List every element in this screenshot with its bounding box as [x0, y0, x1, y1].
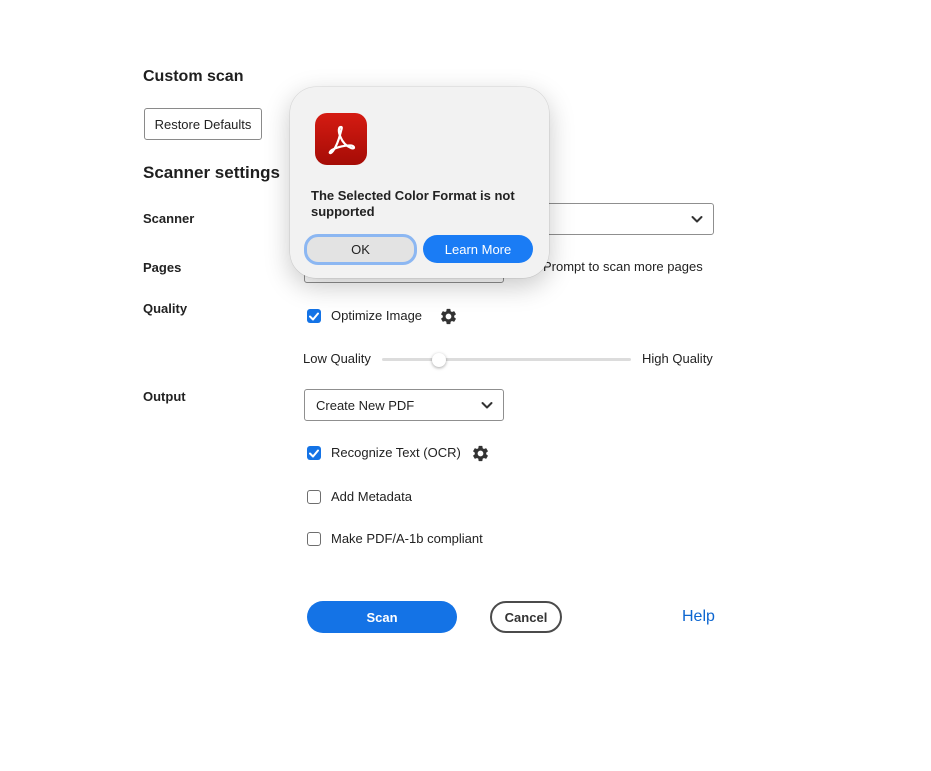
checkmark-icon: [309, 312, 319, 320]
metadata-checkbox[interactable]: [307, 490, 321, 504]
cancel-button[interactable]: Cancel: [490, 601, 562, 633]
restore-defaults-button[interactable]: Restore Defaults: [144, 108, 262, 140]
quality-slider-handle[interactable]: [432, 353, 447, 367]
quality-slider-track[interactable]: [382, 358, 631, 361]
pdfa-label: Make PDF/A-1b compliant: [331, 531, 483, 546]
output-label: Output: [143, 389, 186, 404]
learn-more-button[interactable]: Learn More: [423, 235, 533, 263]
optimize-image-label: Optimize Image: [331, 308, 423, 323]
optimize-settings-gear-icon[interactable]: [439, 307, 458, 331]
ocr-settings-gear-icon[interactable]: [471, 444, 490, 468]
ocr-label: Recognize Text (OCR): [331, 445, 461, 460]
ocr-checkbox[interactable]: [307, 446, 321, 460]
quality-label: Quality: [143, 301, 188, 316]
checkmark-icon: [309, 449, 319, 457]
optimize-image-checkbox[interactable]: [307, 309, 321, 323]
alert-dialog: The Selected Color Format is not support…: [290, 87, 549, 278]
scanner-label: Scanner: [143, 211, 195, 226]
section-title: Scanner settings: [143, 163, 280, 182]
metadata-label: Add Metadata: [331, 489, 412, 504]
alert-message: The Selected Color Format is not support…: [311, 188, 515, 219]
low-quality-label: Low Quality: [303, 351, 371, 366]
chevron-down-icon: [691, 212, 703, 227]
prompt-more-pages-label: Prompt to scan more pages: [543, 259, 703, 274]
chevron-down-icon: [481, 398, 493, 413]
pdfa-checkbox[interactable]: [307, 532, 321, 546]
high-quality-label: High Quality: [642, 351, 713, 366]
scan-button[interactable]: Scan: [307, 601, 457, 633]
page-title: Custom scan: [143, 68, 244, 85]
ok-button[interactable]: OK: [304, 234, 417, 265]
pages-label: Pages: [143, 260, 182, 275]
output-select[interactable]: Create New PDF: [304, 389, 504, 421]
help-link[interactable]: Help: [682, 608, 715, 626]
output-select-value: Create New PDF: [316, 397, 415, 413]
acrobat-icon: [315, 113, 367, 165]
